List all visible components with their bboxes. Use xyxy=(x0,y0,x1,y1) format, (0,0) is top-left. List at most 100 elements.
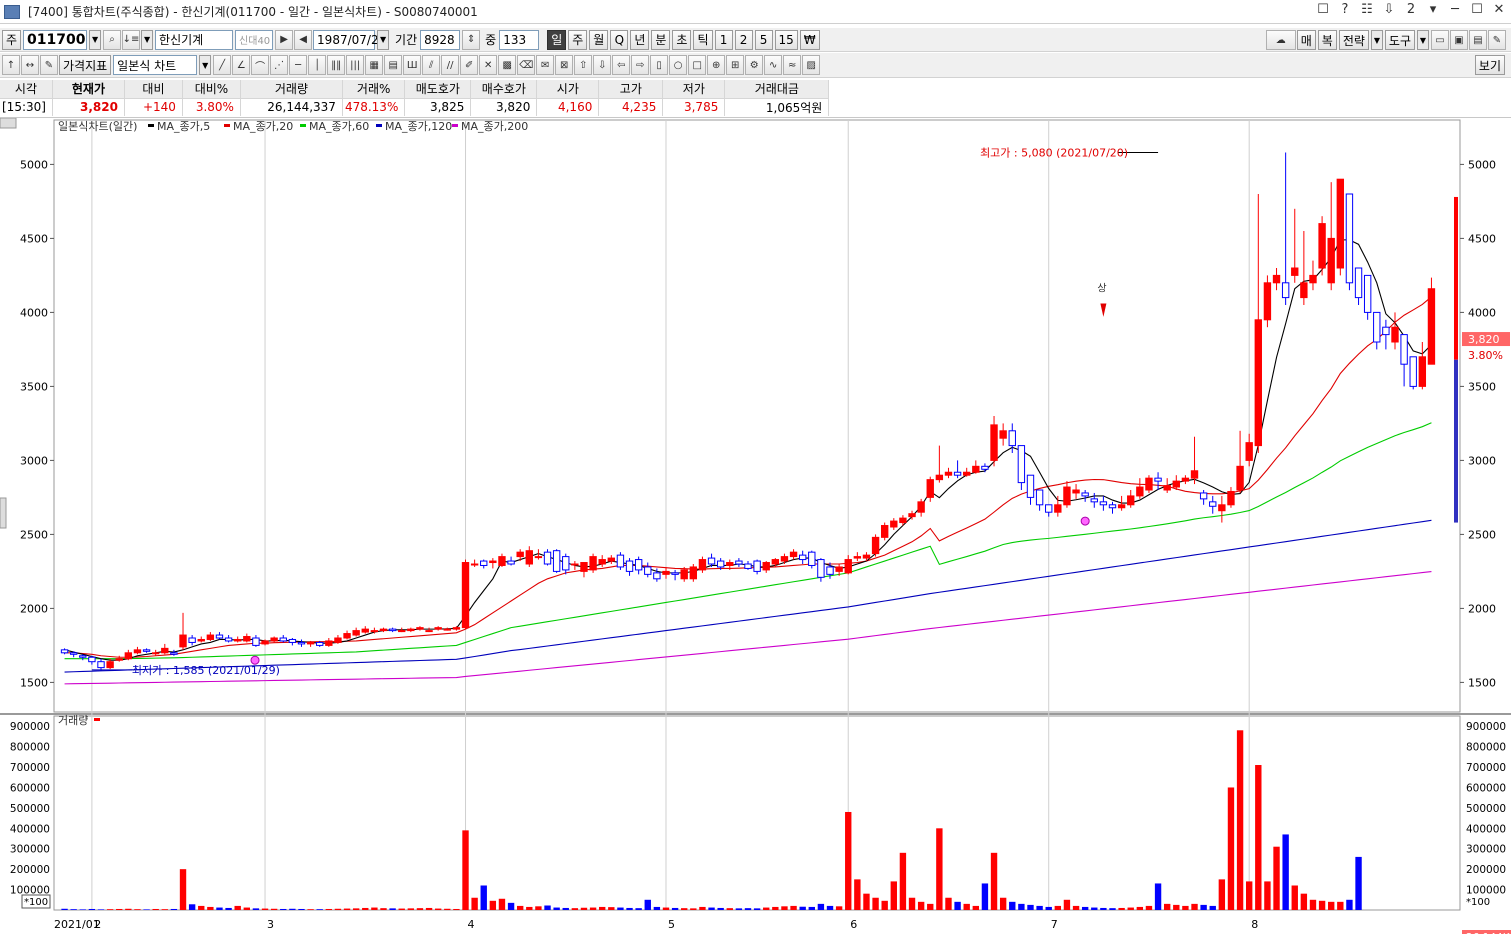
interval-month[interactable]: 월 xyxy=(589,29,609,50)
help-icon[interactable]: ? xyxy=(1339,2,1351,17)
date-input[interactable]: 1987/07/24 xyxy=(313,29,386,50)
indicator-button[interactable]: 가격지표 xyxy=(59,55,112,75)
volume-bar xyxy=(1118,907,1125,910)
image-icon[interactable]: ▨ xyxy=(802,55,821,75)
trendline-icon[interactable]: ╱ xyxy=(213,55,232,75)
play-icon[interactable]: ▶ xyxy=(275,29,294,50)
move-down-icon[interactable]: ⇩ xyxy=(593,55,612,75)
fan-icon[interactable]: ⋰ xyxy=(270,55,289,75)
grid-lines-icon[interactable]: ▤ xyxy=(384,55,403,75)
move-left-icon[interactable]: ⇦ xyxy=(612,55,631,75)
square-icon[interactable]: □ xyxy=(688,55,707,75)
quote-header-2: 대비 xyxy=(124,80,183,99)
fork-icon[interactable]: Ш xyxy=(403,55,422,75)
move-up-icon[interactable]: ⇧ xyxy=(574,55,593,75)
interval-minute[interactable]: 분 xyxy=(651,29,671,50)
vline-icon[interactable]: │ xyxy=(308,55,327,75)
sort-icon[interactable]: ↓≡ xyxy=(122,29,141,50)
y-tick-label-left: 3000 xyxy=(20,454,48,467)
market-button[interactable]: 주 xyxy=(2,29,22,50)
layout-icon[interactable]: ☐ xyxy=(1317,2,1329,17)
candle-body xyxy=(953,471,962,476)
strategy-dropdown-icon[interactable]: ▼ xyxy=(1370,30,1383,50)
arc-icon[interactable]: ⌒ xyxy=(251,55,270,75)
interval-quarter[interactable]: Q xyxy=(610,29,629,50)
save-icon[interactable]: ▣ xyxy=(1450,30,1468,50)
interval-second[interactable]: 초 xyxy=(672,29,692,50)
interval-2[interactable]: 2 xyxy=(734,29,753,50)
interval-tick[interactable]: 틱 xyxy=(693,29,713,50)
angle-icon[interactable]: ∠ xyxy=(232,55,251,75)
stock-chart[interactable]: 2021/01 3 4 5 6 7 8 2 5000 5000 4500 4500 4000 4000 35… xyxy=(0,118,1511,934)
quote-value-7: 3,820 xyxy=(470,98,538,116)
expand-icon[interactable]: ↔ xyxy=(21,55,39,75)
eraser-icon[interactable]: ⌫ xyxy=(517,55,536,75)
note-icon[interactable]: ✉ xyxy=(536,55,555,75)
interval-5[interactable]: 5 xyxy=(754,29,773,50)
candle-body xyxy=(1300,282,1308,299)
tools-button[interactable]: 도구 xyxy=(1384,30,1415,50)
volume-bar xyxy=(316,909,323,910)
circle-icon[interactable]: ○ xyxy=(669,55,688,75)
duplicate-button[interactable]: 복 xyxy=(1317,30,1337,50)
color-icon[interactable]: ▩ xyxy=(498,55,517,75)
gauge-up xyxy=(1454,196,1458,360)
arrow-up-icon[interactable]: ↑ xyxy=(2,55,20,75)
table-icon[interactable]: ▦ xyxy=(365,55,384,75)
maximize-button[interactable]: ☐ xyxy=(1471,2,1483,17)
parallel-icon[interactable]: // xyxy=(441,55,460,75)
delete-icon[interactable]: ⊠ xyxy=(555,55,574,75)
bars2-icon[interactable]: ||| xyxy=(346,55,365,75)
code-dropdown-icon[interactable]: ▼ xyxy=(89,29,102,50)
search-icon[interactable]: ⌕ xyxy=(103,29,122,50)
zoom-area-icon[interactable]: ⊞ xyxy=(726,55,745,75)
count-input[interactable]: 133 xyxy=(499,29,540,50)
sort-dropdown-icon[interactable]: ▼ xyxy=(141,29,154,50)
legend-0: MA_종가,5 xyxy=(157,120,210,133)
buy-sell-button[interactable]: 매 xyxy=(1296,30,1316,50)
interval-week[interactable]: 주 xyxy=(568,29,588,50)
move-right-icon[interactable]: ⇨ xyxy=(631,55,650,75)
hline-icon[interactable]: ─ xyxy=(289,55,308,75)
grid-icon[interactable]: ☷ xyxy=(1361,2,1373,17)
tools-dropdown-icon[interactable]: ▼ xyxy=(1417,30,1429,50)
stock-code-input[interactable]: 011700 xyxy=(23,29,88,50)
channel-icon[interactable]: ⫽ xyxy=(422,55,441,75)
candle-body xyxy=(899,517,907,524)
window-number[interactable]: 2 xyxy=(1405,2,1417,17)
chart-type-select[interactable]: 일본식 차트 xyxy=(113,55,198,75)
bars-icon[interactable]: ‖‖ xyxy=(327,55,346,75)
chart-type-dropdown-icon[interactable]: ▼ xyxy=(199,55,212,75)
view-button[interactable]: 보기 xyxy=(1474,55,1505,75)
wave2-icon[interactable]: ≈ xyxy=(783,55,802,75)
volume-bar xyxy=(234,905,241,910)
zoom-icon[interactable]: ⊕ xyxy=(707,55,726,75)
wrench-icon[interactable]: ✎ xyxy=(1488,30,1506,50)
prev-icon[interactable]: ◀ xyxy=(294,29,313,50)
volume-bar xyxy=(116,908,123,910)
interval-day[interactable]: 일 xyxy=(547,29,567,50)
currency-button[interactable]: ₩ xyxy=(799,29,820,50)
period-input[interactable]: 8928 xyxy=(420,29,461,50)
wave-icon[interactable]: ∿ xyxy=(764,55,783,75)
strategy-button[interactable]: 전략 xyxy=(1338,30,1369,50)
download-icon[interactable]: ⇩ xyxy=(1383,2,1395,17)
interval-year[interactable]: 년 xyxy=(630,29,650,50)
date-dropdown-icon[interactable]: ▼ xyxy=(377,29,390,50)
close-button[interactable]: ✕ xyxy=(1493,2,1505,17)
cross-icon[interactable]: ✕ xyxy=(479,55,498,75)
cloud-icon[interactable]: ☁ xyxy=(1265,30,1296,50)
document-icon[interactable]: ▯ xyxy=(650,55,669,75)
print-icon[interactable]: ▤ xyxy=(1469,30,1487,50)
interval-15[interactable]: 15 xyxy=(774,29,798,50)
minimize-button[interactable]: ─ xyxy=(1449,2,1461,17)
interval-1[interactable]: 1 xyxy=(714,29,733,50)
period-stepper-icon[interactable]: ⇕ xyxy=(462,29,481,50)
folder-icon[interactable]: ▭ xyxy=(1431,30,1449,50)
settings-icon[interactable]: ⚙ xyxy=(745,55,764,75)
chevron-down-icon[interactable]: ▾ xyxy=(1427,2,1439,17)
quote-value-3: 3.80% xyxy=(182,98,241,116)
pen-icon[interactable]: ✐ xyxy=(460,55,479,75)
volume-legend-swatch xyxy=(94,718,100,721)
edit-icon[interactable]: ✎ xyxy=(40,55,58,75)
